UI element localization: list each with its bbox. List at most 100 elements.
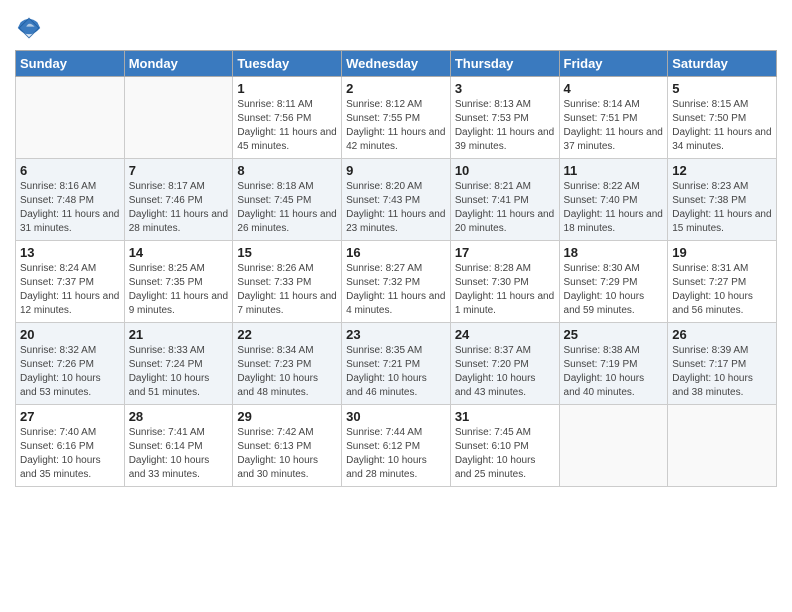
- day-info: Sunrise: 8:12 AM Sunset: 7:55 PM Dayligh…: [346, 98, 446, 154]
- header: [15, 10, 777, 42]
- day-number: 8: [237, 163, 337, 178]
- calendar-cell: 2 Sunrise: 8:12 AM Sunset: 7:55 PM Daylig…: [342, 77, 451, 159]
- day-info: Sunrise: 8:20 AM Sunset: 7:43 PM Dayligh…: [346, 180, 446, 236]
- calendar-cell: [668, 405, 777, 487]
- day-info: Sunrise: 8:31 AM Sunset: 7:27 PM Dayligh…: [672, 262, 772, 318]
- day-info: Sunrise: 8:22 AM Sunset: 7:40 PM Dayligh…: [564, 180, 664, 236]
- day-info: Sunrise: 7:40 AM Sunset: 6:16 PM Dayligh…: [20, 426, 120, 482]
- day-number: 25: [564, 327, 664, 342]
- day-number: 9: [346, 163, 446, 178]
- calendar-cell: [16, 77, 125, 159]
- day-number: 1: [237, 81, 337, 96]
- day-number: 28: [129, 409, 229, 424]
- day-number: 4: [564, 81, 664, 96]
- calendar-cell: 13Sunrise: 8:24 AM Sunset: 7:37 PM Dayli…: [16, 241, 125, 323]
- calendar-cell: 8 Sunrise: 8:18 AM Sunset: 7:45 PM Daylig…: [233, 159, 342, 241]
- calendar-cell: 23Sunrise: 8:35 AM Sunset: 7:21 PM Dayli…: [342, 323, 451, 405]
- day-info: Sunrise: 7:42 AM Sunset: 6:13 PM Dayligh…: [237, 426, 337, 482]
- day-number: 18: [564, 245, 664, 260]
- day-number: 10: [455, 163, 555, 178]
- day-info: Sunrise: 8:13 AM Sunset: 7:53 PM Dayligh…: [455, 98, 555, 154]
- calendar-cell: 5 Sunrise: 8:15 AM Sunset: 7:50 PM Daylig…: [668, 77, 777, 159]
- calendar-cell: 12 Sunrise: 8:23 AM Sunset: 7:38 PM Dayli…: [668, 159, 777, 241]
- day-number: 7: [129, 163, 229, 178]
- calendar-cell: 1 Sunrise: 8:11 AM Sunset: 7:56 PM Daylig…: [233, 77, 342, 159]
- calendar-cell: 26 Sunrise: 8:39 AM Sunset: 7:17 PM Dayli…: [668, 323, 777, 405]
- calendar-week-row: 1 Sunrise: 8:11 AM Sunset: 7:56 PM Daylig…: [16, 77, 777, 159]
- calendar-cell: 19 Sunrise: 8:31 AM Sunset: 7:27 PM Dayli…: [668, 241, 777, 323]
- day-info: Sunrise: 8:18 AM Sunset: 7:45 PM Dayligh…: [237, 180, 337, 236]
- day-info: Sunrise: 8:21 AM Sunset: 7:41 PM Dayligh…: [455, 180, 555, 236]
- calendar-cell: 29 Sunrise: 7:42 AM Sunset: 6:13 PM Dayli…: [233, 405, 342, 487]
- calendar-cell: 31 Sunrise: 7:45 AM Sunset: 6:10 PM Dayli…: [450, 405, 559, 487]
- page: SundayMondayTuesdayWednesdayThursdayFrid…: [0, 0, 792, 612]
- weekday-header-tuesday: Tuesday: [233, 51, 342, 77]
- day-number: 6: [20, 163, 120, 178]
- calendar-cell: 10 Sunrise: 8:21 AM Sunset: 7:41 PM Dayli…: [450, 159, 559, 241]
- day-info: Sunrise: 8:30 AM Sunset: 7:29 PM Dayligh…: [564, 262, 664, 318]
- calendar-cell: 28 Sunrise: 7:41 AM Sunset: 6:14 PM Dayli…: [124, 405, 233, 487]
- day-number: 26: [672, 327, 772, 342]
- day-number: 19: [672, 245, 772, 260]
- day-number: 2: [346, 81, 446, 96]
- day-info: Sunrise: 8:39 AM Sunset: 7:17 PM Dayligh…: [672, 344, 772, 400]
- calendar-cell: 11 Sunrise: 8:22 AM Sunset: 7:40 PM Dayli…: [559, 159, 668, 241]
- weekday-header-saturday: Saturday: [668, 51, 777, 77]
- day-info: Sunrise: 8:37 AM Sunset: 7:20 PM Dayligh…: [455, 344, 555, 400]
- calendar-cell: 3 Sunrise: 8:13 AM Sunset: 7:53 PM Daylig…: [450, 77, 559, 159]
- day-number: 31: [455, 409, 555, 424]
- calendar-cell: 16 Sunrise: 8:27 AM Sunset: 7:32 PM Dayli…: [342, 241, 451, 323]
- day-info: Sunrise: 7:41 AM Sunset: 6:14 PM Dayligh…: [129, 426, 229, 482]
- day-number: 5: [672, 81, 772, 96]
- calendar-cell: 17Sunrise: 8:28 AM Sunset: 7:30 PM Dayli…: [450, 241, 559, 323]
- day-number: 24: [455, 327, 555, 342]
- calendar-cell: 22Sunrise: 8:34 AM Sunset: 7:23 PM Dayli…: [233, 323, 342, 405]
- calendar-week-row: 13Sunrise: 8:24 AM Sunset: 7:37 PM Dayli…: [16, 241, 777, 323]
- day-info: Sunrise: 8:11 AM Sunset: 7:56 PM Dayligh…: [237, 98, 337, 154]
- calendar-cell: 24 Sunrise: 8:37 AM Sunset: 7:20 PM Dayli…: [450, 323, 559, 405]
- day-info: Sunrise: 8:17 AM Sunset: 7:46 PM Dayligh…: [129, 180, 229, 236]
- day-number: 23: [346, 327, 446, 342]
- day-info: Sunrise: 8:15 AM Sunset: 7:50 PM Dayligh…: [672, 98, 772, 154]
- calendar-table: SundayMondayTuesdayWednesdayThursdayFrid…: [15, 50, 777, 487]
- day-number: 16: [346, 245, 446, 260]
- calendar-cell: 21Sunrise: 8:33 AM Sunset: 7:24 PM Dayli…: [124, 323, 233, 405]
- day-number: 30: [346, 409, 446, 424]
- day-info: Sunrise: 8:24 AM Sunset: 7:37 PM Dayligh…: [20, 262, 120, 318]
- day-number: 12: [672, 163, 772, 178]
- day-info: Sunrise: 8:14 AM Sunset: 7:51 PM Dayligh…: [564, 98, 664, 154]
- calendar-cell: [559, 405, 668, 487]
- day-info: Sunrise: 8:25 AM Sunset: 7:35 PM Dayligh…: [129, 262, 229, 318]
- calendar-week-row: 6 Sunrise: 8:16 AM Sunset: 7:48 PM Daylig…: [16, 159, 777, 241]
- generalblue-logo-icon: [15, 14, 43, 42]
- calendar-week-row: 27Sunrise: 7:40 AM Sunset: 6:16 PM Dayli…: [16, 405, 777, 487]
- weekday-header-row: SundayMondayTuesdayWednesdayThursdayFrid…: [16, 51, 777, 77]
- calendar-cell: 4 Sunrise: 8:14 AM Sunset: 7:51 PM Daylig…: [559, 77, 668, 159]
- day-number: 11: [564, 163, 664, 178]
- logo: [15, 14, 47, 42]
- calendar-cell: 6 Sunrise: 8:16 AM Sunset: 7:48 PM Daylig…: [16, 159, 125, 241]
- weekday-header-wednesday: Wednesday: [342, 51, 451, 77]
- day-info: Sunrise: 8:27 AM Sunset: 7:32 PM Dayligh…: [346, 262, 446, 318]
- calendar-cell: 25 Sunrise: 8:38 AM Sunset: 7:19 PM Dayli…: [559, 323, 668, 405]
- day-number: 29: [237, 409, 337, 424]
- day-info: Sunrise: 8:34 AM Sunset: 7:23 PM Dayligh…: [237, 344, 337, 400]
- day-info: Sunrise: 7:44 AM Sunset: 6:12 PM Dayligh…: [346, 426, 446, 482]
- day-number: 3: [455, 81, 555, 96]
- calendar-cell: 20 Sunrise: 8:32 AM Sunset: 7:26 PM Dayli…: [16, 323, 125, 405]
- day-number: 17: [455, 245, 555, 260]
- day-info: Sunrise: 7:45 AM Sunset: 6:10 PM Dayligh…: [455, 426, 555, 482]
- day-info: Sunrise: 8:23 AM Sunset: 7:38 PM Dayligh…: [672, 180, 772, 236]
- day-number: 20: [20, 327, 120, 342]
- day-info: Sunrise: 8:38 AM Sunset: 7:19 PM Dayligh…: [564, 344, 664, 400]
- calendar-week-row: 20 Sunrise: 8:32 AM Sunset: 7:26 PM Dayli…: [16, 323, 777, 405]
- day-info: Sunrise: 8:32 AM Sunset: 7:26 PM Dayligh…: [20, 344, 120, 400]
- weekday-header-friday: Friday: [559, 51, 668, 77]
- calendar-cell: 15Sunrise: 8:26 AM Sunset: 7:33 PM Dayli…: [233, 241, 342, 323]
- day-number: 15: [237, 245, 337, 260]
- calendar-cell: 27Sunrise: 7:40 AM Sunset: 6:16 PM Dayli…: [16, 405, 125, 487]
- day-info: Sunrise: 8:16 AM Sunset: 7:48 PM Dayligh…: [20, 180, 120, 236]
- calendar-cell: 7 Sunrise: 8:17 AM Sunset: 7:46 PM Daylig…: [124, 159, 233, 241]
- calendar-cell: 18 Sunrise: 8:30 AM Sunset: 7:29 PM Dayli…: [559, 241, 668, 323]
- weekday-header-sunday: Sunday: [16, 51, 125, 77]
